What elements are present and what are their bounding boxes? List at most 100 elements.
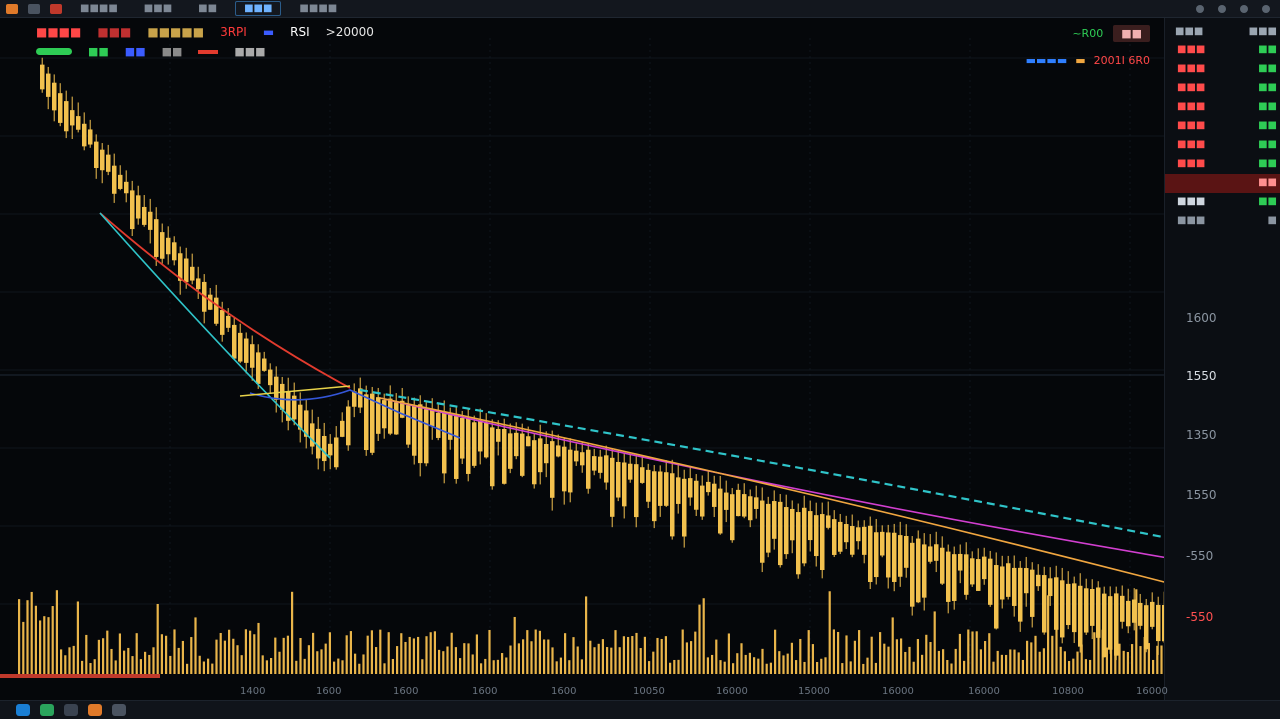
volume-bar [72,645,75,674]
volume-bar [270,658,273,674]
volume-bar [47,617,50,674]
volume-bar [996,650,999,674]
toggle-button[interactable]: ■■ [1113,25,1150,42]
volume-bar [811,644,814,674]
volume-bar [274,637,277,674]
x-axis: 1400 1600 1600 1600 1600 10050 16000 150… [0,684,1172,700]
record-icon[interactable] [50,3,62,14]
tab-3[interactable]: ■■ [190,2,225,15]
volume-bar [748,652,751,674]
order-row[interactable]: ■■■ ■ [1165,212,1280,231]
legend-item-3[interactable]: ■■■■■ [147,25,204,39]
volume-bar [354,653,357,674]
tab-active[interactable]: ■■■ [235,1,282,16]
volume-bar [60,649,63,674]
volume-bar [324,643,327,674]
order-row[interactable]: ■■■ ■■ [1165,98,1280,117]
volume-bar [900,638,903,674]
volume-bar [438,649,441,674]
volume-bar [135,633,138,674]
settings-icon[interactable] [1218,4,1226,13]
order-row[interactable]: ■■■ ■■ [1165,155,1280,174]
tab-2[interactable]: ■■■ [136,2,180,15]
red-line-swatch [198,49,219,54]
volume-bar [429,632,432,674]
volume-bar [261,655,264,674]
volume-bar [211,663,214,674]
volume-bar [421,659,424,674]
app-icon[interactable] [64,704,78,716]
volume-baseline-marker [0,674,160,678]
panel-tab-1[interactable]: ■■■ [1175,26,1203,37]
order-row[interactable]: ■■■ ■■ [1165,41,1280,60]
volume-bar [1089,659,1092,674]
volume-bar [106,630,109,674]
order-row-highlight[interactable]: ■■ [1165,174,1280,193]
profile-icon[interactable] [1240,4,1248,13]
volume-bar [543,639,546,674]
volume-bar [1122,650,1125,674]
volume-bar [971,631,974,674]
volume-bar [219,632,222,674]
volume-bar [576,646,579,674]
price-chart[interactable] [0,18,1172,684]
volume-bar [832,629,835,674]
volume-bar [677,659,680,674]
volume-bar [1072,658,1075,674]
tab-4[interactable]: ■■■■ [291,2,345,15]
order-row[interactable]: ■■■ ■■ [1165,60,1280,79]
green-indicator-pill[interactable] [36,48,72,55]
menu-icon[interactable] [28,3,40,14]
app-icon[interactable] [112,704,126,716]
volume-bar [669,662,672,674]
volume-bar [807,630,810,674]
volume-bar [18,599,21,674]
panel-header: ■■■ ■■■ [1165,18,1280,41]
window-controls [1196,4,1280,13]
volume-bar [589,640,592,674]
volume-bar [152,647,155,674]
volume-bar [950,663,953,674]
volume-bar [698,604,701,674]
order-row[interactable]: ■■■ ■■ [1165,79,1280,98]
order-row[interactable]: ■■■ ■■ [1165,117,1280,136]
volume-bar [26,600,29,674]
panel-tab-2[interactable]: ■■■ [1249,26,1277,37]
volume-bar [727,633,730,674]
volume-bar [715,639,718,674]
order-row[interactable]: ■■■ ■■ [1165,193,1280,212]
volume-bar [228,629,231,674]
legend-item-2[interactable]: ■■■ [97,25,131,39]
legend-red-item[interactable]: ■■■■ [36,25,81,39]
x-axis-label: 1400 [240,686,266,697]
app-icon[interactable] [40,704,54,716]
volume-bar [396,646,399,674]
volume-bar [849,661,852,674]
volume-bar [870,636,873,674]
volume-bar [513,616,516,674]
tab-1[interactable]: ■■■■ [72,2,126,15]
volume-bar [123,650,126,674]
volume-bar [1126,651,1129,674]
order-row[interactable]: ■■■ ■■ [1165,136,1280,155]
volume-bar [379,629,382,674]
notification-icon[interactable] [1196,4,1204,13]
volume-bar [1118,643,1121,674]
volume-bar [446,646,449,674]
volume-bar [366,635,369,674]
volume-bar [790,642,793,674]
volume-bar [639,648,642,674]
volume-bar [694,631,697,674]
volume-bar [295,660,298,674]
close-icon[interactable] [1262,4,1270,13]
volume-bar [412,638,415,674]
volume-bar [265,660,268,674]
volume-bar [681,629,684,674]
start-icon[interactable] [16,704,30,716]
volume-bar [635,632,638,674]
volume-bar [244,629,247,674]
volume-bar [706,657,709,674]
volume-bar [236,645,239,674]
app-icon[interactable] [88,704,102,716]
volume-bar [610,647,613,674]
